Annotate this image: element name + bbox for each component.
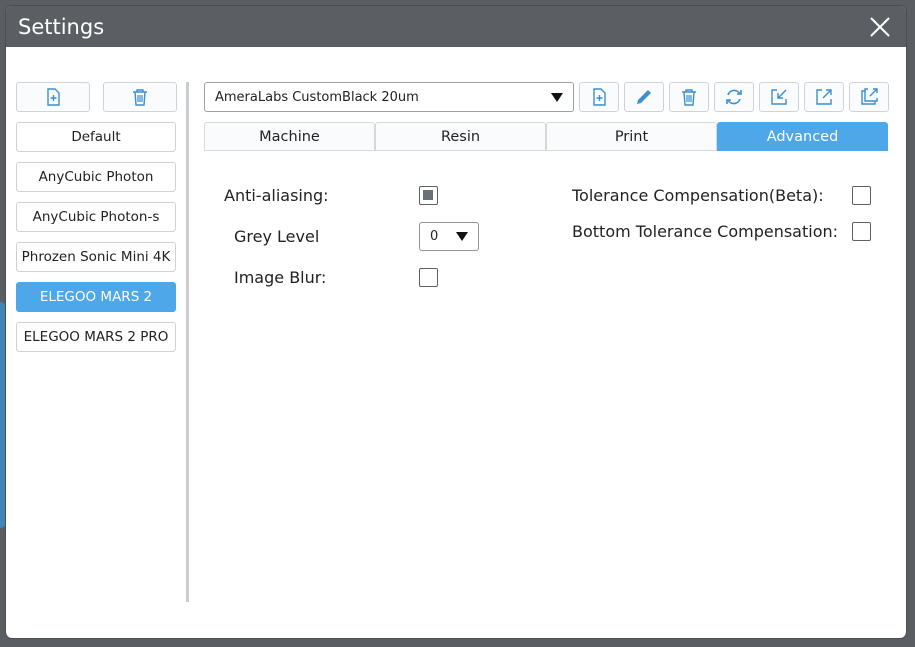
tolerance-compensation-checkbox[interactable] <box>852 186 871 205</box>
profile-item-elegoo-mars-2-pro[interactable]: ELEGOO MARS 2 PRO <box>16 322 176 352</box>
settings-panel: AmeraLabs CustomBlack 20um Machine Resin… <box>204 82 889 611</box>
refresh-icon <box>726 89 742 105</box>
grey-level-select[interactable]: 0 <box>419 222 479 251</box>
trash-icon <box>682 89 696 106</box>
profile-item-anycubic-photon-s[interactable]: AnyCubic Photon-s <box>16 202 176 232</box>
add-profile-button[interactable] <box>16 82 90 112</box>
title-bar: Settings <box>6 6 906 47</box>
advanced-settings-content: Anti-aliasing: Grey Level 0 Image Blur: … <box>204 151 889 611</box>
profile-item-anycubic-photon[interactable]: AnyCubic Photon <box>16 162 176 192</box>
edit-resin-profile-button[interactable] <box>624 82 664 112</box>
export-button[interactable] <box>804 82 844 112</box>
export-icon <box>816 89 832 105</box>
bottom-tolerance-compensation-checkbox[interactable] <box>852 222 871 241</box>
tab-machine[interactable]: Machine <box>204 122 375 151</box>
delete-resin-profile-button[interactable] <box>669 82 709 112</box>
import-icon <box>771 89 787 105</box>
new-file-icon <box>47 88 60 106</box>
trash-icon <box>133 89 147 106</box>
grey-level-label: Grey Level <box>234 227 320 246</box>
settings-window: Settings Default AnyCubic Photon AnyCubi… <box>6 6 906 638</box>
profile-list-panel: Default AnyCubic Photon AnyCubic Photon-… <box>16 82 177 362</box>
resin-profile-value: AmeraLabs CustomBlack 20um <box>215 89 419 105</box>
close-button[interactable] <box>866 13 894 41</box>
anti-aliasing-label: Anti-aliasing: <box>224 186 329 205</box>
new-resin-profile-button[interactable] <box>579 82 619 112</box>
resin-profile-toolbar: AmeraLabs CustomBlack 20um <box>204 82 889 112</box>
resin-profile-select[interactable]: AmeraLabs CustomBlack 20um <box>204 82 574 112</box>
delete-profile-button[interactable] <box>103 82 177 112</box>
profile-item-elegoo-mars-2[interactable]: ELEGOO MARS 2 <box>16 282 176 312</box>
close-icon <box>870 16 890 37</box>
dropdown-caret-icon <box>551 92 563 102</box>
anti-aliasing-checkbox[interactable] <box>419 186 438 205</box>
profile-item-default[interactable]: Default <box>16 122 176 152</box>
export-all-button[interactable] <box>849 82 889 112</box>
profile-toolbar <box>16 82 177 112</box>
settings-tabs: Machine Resin Print Advanced <box>204 122 889 151</box>
bottom-tolerance-compensation-label: Bottom Tolerance Compensation: <box>572 222 839 241</box>
dropdown-caret-icon <box>456 232 468 241</box>
panel-divider <box>186 82 189 602</box>
tab-resin[interactable]: Resin <box>375 122 546 151</box>
image-blur-label: Image Blur: <box>234 268 327 287</box>
tab-advanced[interactable]: Advanced <box>717 122 888 151</box>
export-multiple-icon <box>861 88 878 105</box>
tab-print[interactable]: Print <box>546 122 717 151</box>
tolerance-compensation-label: Tolerance Compensation(Beta): <box>572 186 824 205</box>
import-button[interactable] <box>759 82 799 112</box>
grey-level-value: 0 <box>430 229 439 244</box>
new-file-icon <box>593 88 606 106</box>
refresh-button[interactable] <box>714 82 754 112</box>
pencil-icon <box>637 90 651 104</box>
window-title: Settings <box>18 14 105 39</box>
profile-item-phrozen-sonic-mini-4k[interactable]: Phrozen Sonic Mini 4K <box>16 242 176 272</box>
image-blur-checkbox[interactable] <box>419 268 438 287</box>
